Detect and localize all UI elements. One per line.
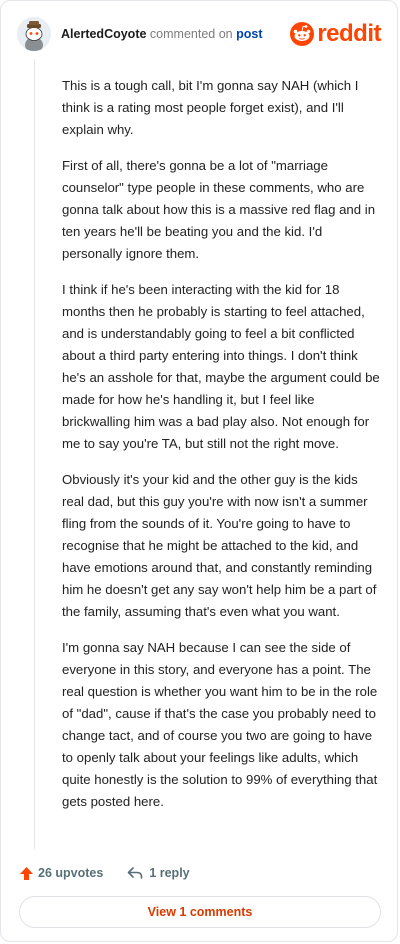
reply-arrow-icon [128,867,143,879]
comment-paragraph: First of all, there's gonna be a lot of … [62,158,376,261]
snoo-avatar-icon[interactable] [17,17,51,51]
post-link[interactable]: post [236,27,262,41]
reddit-wordmark: reddit [317,20,381,47]
action-text: commented on [149,27,233,41]
comment-header: AlertedCoyote commented on post reddit [17,15,381,53]
comment-paragraph: This is a tough call, bit I'm gonna say … [62,78,359,137]
view-comments-button[interactable]: View 1 comments [19,896,381,928]
upvote-count: 26 upvotes [38,866,104,880]
comment-paragraph: Obviously it's your kid and the other gu… [62,472,377,619]
view-comments-label: View 1 comments [147,905,253,919]
upvote-button[interactable]: 26 upvotes [19,866,103,881]
reddit-logo[interactable]: reddit [290,22,381,46]
reddit-snoo-icon [290,22,315,46]
comment-actions: 26 upvotes 1 reply [19,863,379,883]
upvote-arrow-icon [20,866,33,880]
thread-line[interactable] [34,59,35,849]
comment-paragraph: I think if he's been interacting with th… [62,282,380,451]
author-name[interactable]: AlertedCoyote [61,27,146,41]
reply-count: 1 reply [149,866,190,880]
comment-meta: AlertedCoyote commented on post [61,27,262,41]
comment-card: AlertedCoyote commented on post reddit T… [0,0,398,942]
comment-paragraph: I'm gonna say NAH because I can see the … [62,640,378,809]
reply-button[interactable]: 1 reply [127,866,190,880]
comment-body: This is a tough call, bit I'm gonna say … [62,75,380,827]
